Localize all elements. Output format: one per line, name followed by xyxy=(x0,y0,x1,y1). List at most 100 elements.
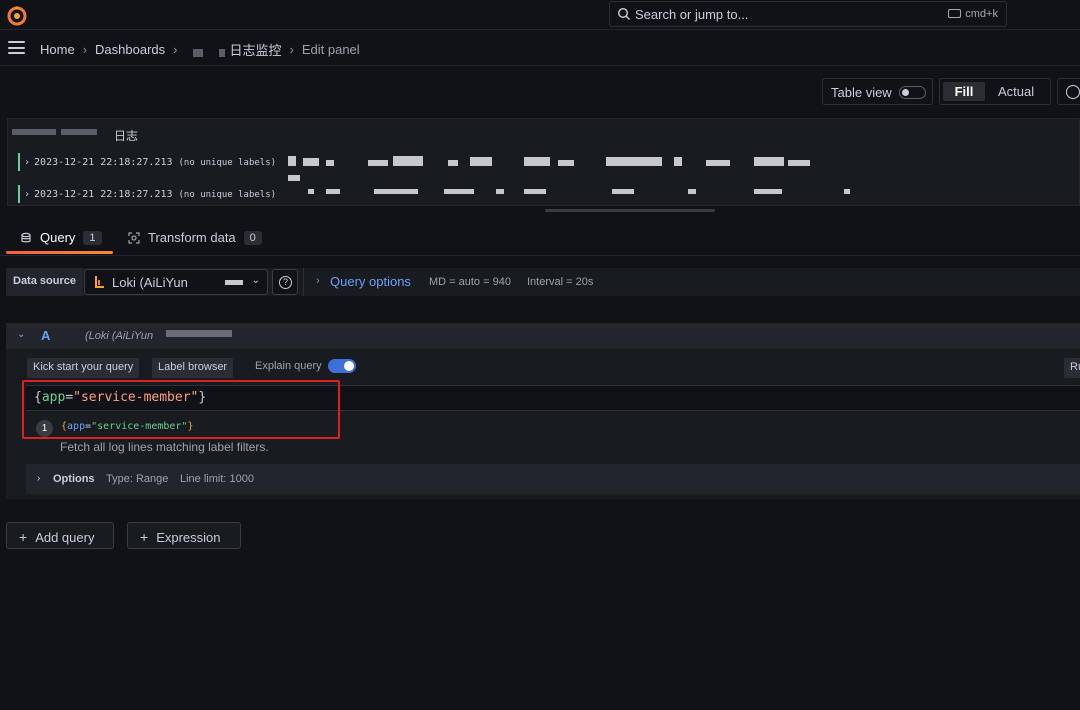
redacted-log-content xyxy=(706,160,730,166)
top-bar: Search or jump to... cmd+k xyxy=(0,0,1080,30)
log-line[interactable]: › 2023-12-21 22:18:27.213 (no unique label… xyxy=(18,185,277,203)
table-view-label: Table view xyxy=(831,85,892,100)
tab-transform[interactable]: Transform data 0 xyxy=(128,230,262,245)
redacted-log-content xyxy=(788,160,810,166)
table-view-toggle[interactable]: Table view xyxy=(822,78,933,105)
redacted-log-content xyxy=(444,189,474,194)
table-view-switch[interactable] xyxy=(899,86,926,99)
active-tab-indicator xyxy=(6,251,113,254)
redacted-log-content xyxy=(303,158,319,166)
grafana-logo-icon[interactable] xyxy=(6,4,28,26)
annotation-highlight-box xyxy=(22,380,340,439)
log-labels: (no unique labels) xyxy=(178,158,277,168)
redacted-title xyxy=(12,129,56,135)
redacted-text xyxy=(166,330,232,337)
redacted-text xyxy=(225,280,243,285)
log-level-bar xyxy=(18,185,20,203)
horizontal-scrollbar[interactable] xyxy=(545,209,715,212)
redacted-log-content xyxy=(368,160,388,166)
question-icon: ? xyxy=(279,276,292,289)
add-query-button[interactable]: + Add query xyxy=(6,522,114,549)
chevron-right-icon: › xyxy=(37,473,41,484)
redacted-log-content xyxy=(688,189,696,194)
breadcrumb-bar: Home › Dashboards › 日志监控 › Edit panel xyxy=(0,31,1080,66)
tab-query[interactable]: Query 1 xyxy=(20,230,102,245)
redacted-log-content xyxy=(612,189,634,194)
redacted-text xyxy=(219,48,226,57)
query-options-title[interactable]: Query options xyxy=(330,274,411,289)
chevron-right-icon[interactable]: › xyxy=(24,157,30,168)
datasource-label: Data source xyxy=(6,268,83,296)
query-ref-id[interactable]: A xyxy=(41,328,50,343)
redacted-log-content xyxy=(524,189,546,194)
redacted-log-content xyxy=(393,156,423,166)
chevron-right-icon: › xyxy=(82,42,88,57)
breadcrumb: Home › Dashboards › 日志监控 › Edit panel xyxy=(40,40,360,59)
query-row-header[interactable]: ⌄ A (Loki (AiLiYun xyxy=(6,323,1080,349)
label-browser-button[interactable]: Label browser xyxy=(152,358,234,378)
log-labels: (no unique labels) xyxy=(178,190,277,200)
redacted-log-content xyxy=(606,157,662,166)
redacted-log-content xyxy=(326,160,334,166)
log-line[interactable]: › 2023-12-21 22:18:27.213 (no unique label… xyxy=(18,153,277,171)
log-level-bar xyxy=(18,153,20,171)
redacted-log-content xyxy=(754,157,784,166)
query-options[interactable]: › Query options MD = auto = 940 Interval… xyxy=(303,268,1080,296)
database-icon xyxy=(21,232,31,242)
clock-icon xyxy=(1066,85,1080,99)
transform-icon xyxy=(128,231,140,244)
chevron-right-icon: › xyxy=(316,275,320,287)
redacted-text xyxy=(193,48,204,57)
redacted-log-content xyxy=(308,189,314,194)
redacted-log-content xyxy=(448,160,458,166)
kick-start-button[interactable]: Kick start your query xyxy=(27,358,140,378)
actual-button[interactable]: Actual xyxy=(998,84,1034,99)
fill-button[interactable]: Fill xyxy=(943,82,985,101)
redacted-log-content xyxy=(524,157,550,166)
options-line-limit: Line limit: 1000 xyxy=(180,473,254,485)
query-datasource-name: (Loki (AiLiYun xyxy=(85,330,154,342)
explain-description: Fetch all log lines matching label filte… xyxy=(60,440,269,454)
tab-transform-label: Transform data xyxy=(148,230,236,245)
editor-tabs: Query 1 Transform data 0 xyxy=(0,222,1080,256)
chevron-down-icon[interactable]: ⌄ xyxy=(17,329,25,340)
datasource-picker[interactable]: Loki (AiLiYun ⌄ xyxy=(84,269,268,295)
run-query-button[interactable]: Ru xyxy=(1064,358,1080,378)
datasource-row: Data source Loki (AiLiYun ⌄ ? › Query op… xyxy=(6,268,1080,296)
add-expression-button[interactable]: + Expression xyxy=(127,522,241,549)
search-bar[interactable]: Search or jump to... cmd+k xyxy=(609,1,1007,27)
tab-query-count: 1 xyxy=(83,230,102,245)
time-range-button[interactable] xyxy=(1057,78,1080,105)
chevron-right-icon: › xyxy=(173,42,178,57)
tab-transform-count: 0 xyxy=(243,230,262,245)
search-shortcut: cmd+k xyxy=(948,8,998,20)
datasource-help-button[interactable]: ? xyxy=(272,269,298,295)
breadcrumb-current: Edit panel xyxy=(301,42,360,57)
query-options-md: MD = auto = 940 xyxy=(429,276,511,288)
breadcrumb-dashboards[interactable]: Dashboards xyxy=(95,42,165,57)
search-icon xyxy=(617,7,630,20)
explain-query-label: Explain query xyxy=(255,360,322,372)
breadcrumb-dashboard[interactable]: 日志监控 xyxy=(229,40,281,59)
keyboard-icon xyxy=(948,9,962,18)
chevron-right-icon[interactable]: › xyxy=(24,189,30,200)
log-timestamp: 2023-12-21 22:18:27.213 xyxy=(34,157,173,168)
query-options-interval: Interval = 20s xyxy=(527,276,594,288)
panel-preview: 日志 › 2023-12-21 22:18:27.213 (no unique la… xyxy=(7,118,1080,212)
redacted-log-content xyxy=(326,189,340,194)
query-options-row[interactable]: › Options Type: Range Line limit: 1000 xyxy=(26,464,1080,494)
plus-icon: + xyxy=(19,529,28,545)
redacted-title xyxy=(61,129,97,135)
tab-query-label: Query xyxy=(40,230,76,245)
redacted-log-content xyxy=(674,157,682,166)
search-placeholder: Search or jump to... xyxy=(635,7,749,22)
redacted-log-content xyxy=(288,175,300,181)
explain-query-switch[interactable] xyxy=(328,359,356,373)
menu-icon[interactable] xyxy=(8,41,25,54)
options-type: Type: Range xyxy=(106,473,169,485)
breadcrumb-home[interactable]: Home xyxy=(40,42,75,57)
chevron-right-icon: › xyxy=(289,42,294,57)
redacted-log-content xyxy=(288,156,296,166)
redacted-log-content xyxy=(754,189,782,194)
redacted-log-content xyxy=(496,189,504,194)
